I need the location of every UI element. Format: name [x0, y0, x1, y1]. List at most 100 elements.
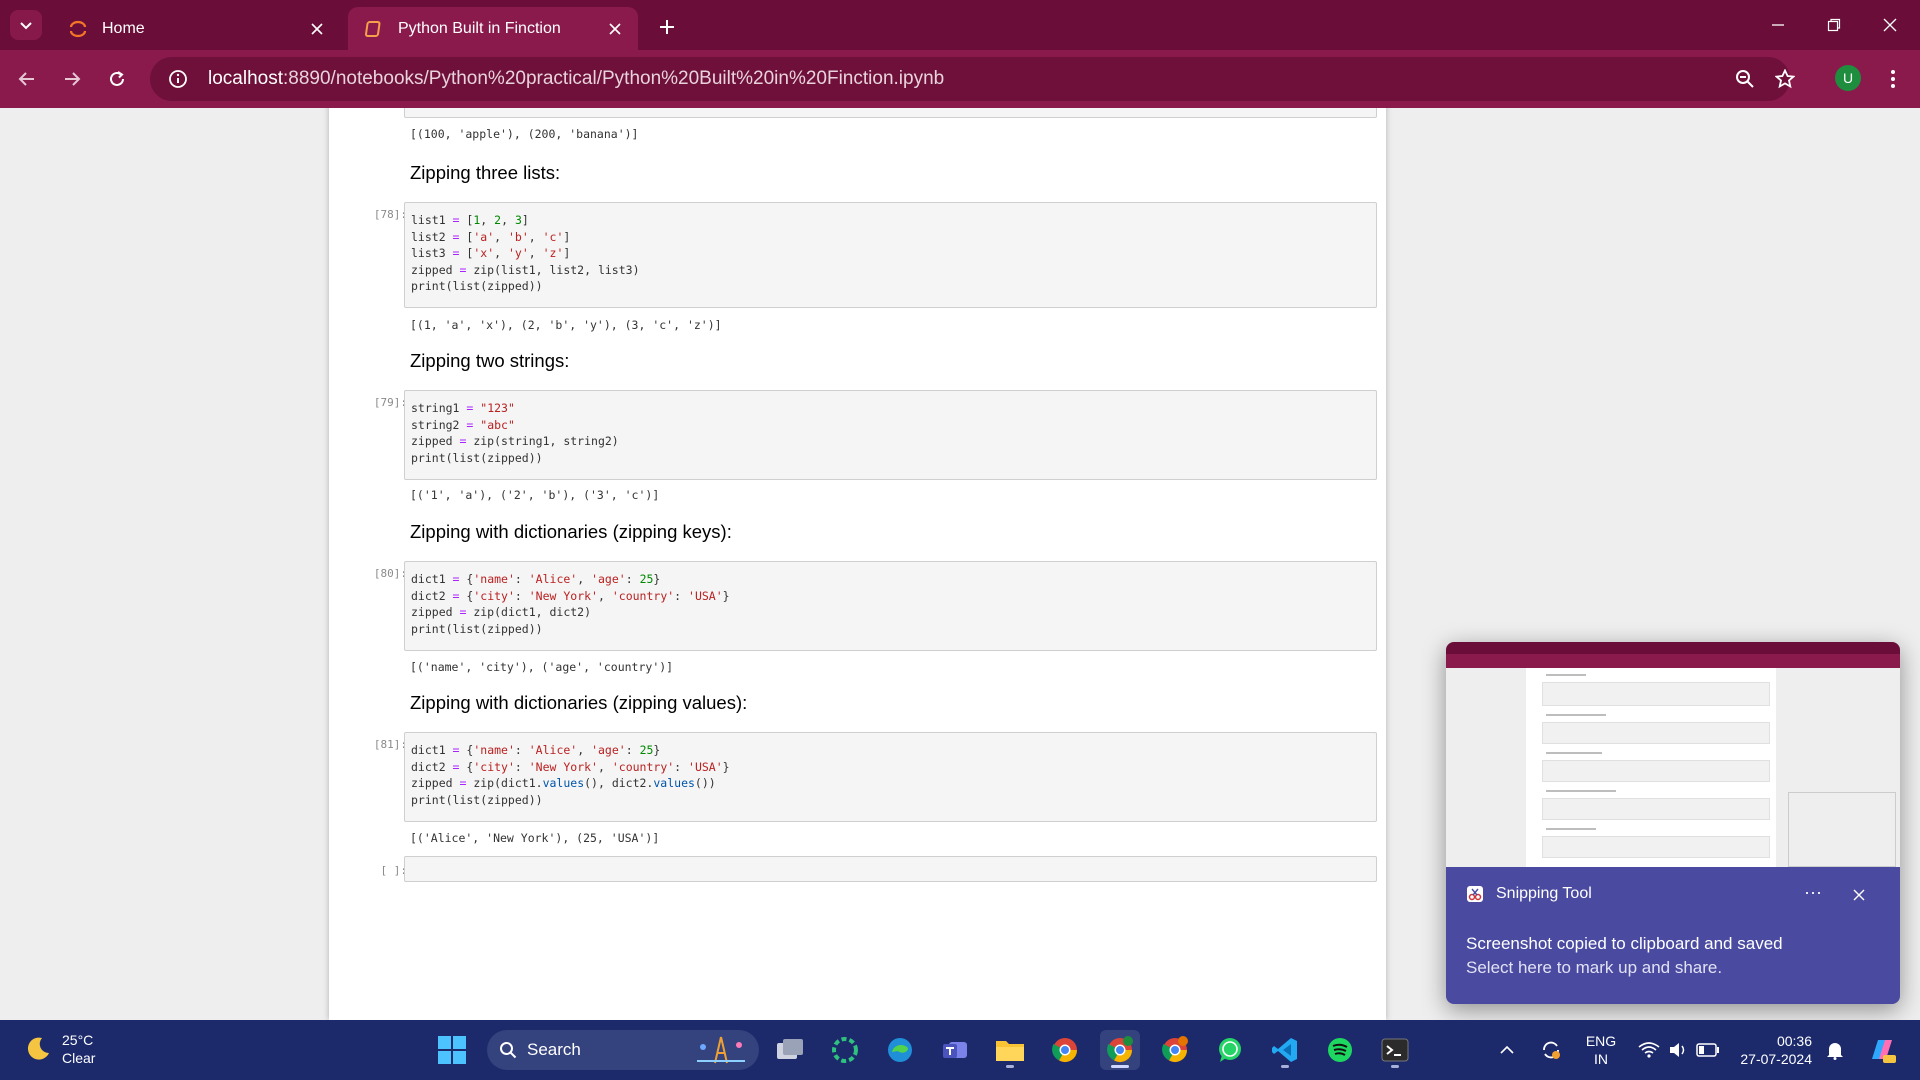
- chrome-icon: [1107, 1036, 1133, 1063]
- code-cell-input[interactable]: [404, 108, 1377, 118]
- terminal-app[interactable]: [1375, 1030, 1415, 1070]
- edge-icon: [888, 1038, 912, 1062]
- whatsapp-icon: [1219, 1038, 1241, 1062]
- thumb-tabbar: [1446, 642, 1900, 654]
- task-view-button[interactable]: [770, 1030, 810, 1070]
- active-indicator: [1111, 1065, 1129, 1068]
- close-tab-icon[interactable]: [304, 16, 330, 42]
- whatsapp-app[interactable]: [1210, 1030, 1250, 1070]
- jupyter-icon: [68, 19, 88, 39]
- arrow-left-icon: [18, 72, 34, 86]
- restore-button[interactable]: [1812, 8, 1856, 42]
- site-info-icon[interactable]: [156, 57, 200, 101]
- spotify-icon: [1328, 1038, 1352, 1062]
- close-icon: [1883, 18, 1897, 32]
- browser-toolbar: localhost:8890/notebooks/Python%20practi…: [0, 50, 1920, 108]
- taskbar-search[interactable]: Search: [487, 1030, 759, 1070]
- address-bar[interactable]: localhost:8890/notebooks/Python%20practi…: [150, 57, 1795, 101]
- plus-icon: [660, 20, 674, 34]
- close-tab-icon[interactable]: [602, 16, 628, 42]
- reload-button[interactable]: [100, 62, 134, 96]
- taskbar: 25°C Clear Search ENG IN 00:36 27-07-202…: [0, 1020, 1920, 1080]
- empty-code-cell-input[interactable]: [404, 856, 1377, 882]
- chrome-profile-app-active[interactable]: [1100, 1030, 1140, 1070]
- clock-date: 27-07-2024: [1740, 1051, 1812, 1067]
- language-indicator[interactable]: ENG IN: [1580, 1032, 1622, 1068]
- task-view-icon: [777, 1039, 803, 1059]
- notifications-button[interactable]: [1820, 1030, 1850, 1070]
- more-vert-icon: [1891, 70, 1895, 88]
- tab-strip: Home Python Built in Finction: [0, 0, 1920, 50]
- quick-settings-button[interactable]: [1632, 1030, 1726, 1070]
- toast-app-name: Snipping Tool: [1496, 885, 1592, 902]
- notebook-container: [(100, 'apple'), (200, 'banana')] Zippin…: [329, 108, 1386, 1020]
- edge-app[interactable]: [880, 1030, 920, 1070]
- weather-widget[interactable]: 25°C Clear: [24, 1031, 95, 1067]
- snipping-notification[interactable]: Snipping Tool ··· Screenshot copied to c…: [1446, 642, 1900, 1004]
- chrome-icon: [1162, 1036, 1188, 1063]
- bookmark-button[interactable]: [1768, 62, 1802, 96]
- code-cell-input[interactable]: list1 = [1, 2, 3] list2 = ['a', 'b', 'c'…: [404, 202, 1377, 308]
- toast-more-button[interactable]: ···: [1798, 882, 1828, 906]
- profile-avatar[interactable]: U: [1835, 65, 1861, 91]
- search-icon: [500, 1042, 517, 1059]
- start-button[interactable]: [432, 1030, 472, 1070]
- vscode-app[interactable]: [1265, 1030, 1305, 1070]
- running-indicator: [1006, 1065, 1014, 1068]
- clock[interactable]: 00:36 27-07-2024: [1734, 1032, 1812, 1068]
- copilot-icon: [1872, 1040, 1896, 1063]
- copilot-app[interactable]: [825, 1030, 865, 1070]
- language-top: ENG: [1585, 1033, 1617, 1049]
- cell-prompt: [81]:: [373, 738, 407, 751]
- chrome-app[interactable]: [1045, 1030, 1085, 1070]
- code-cell-input[interactable]: dict1 = {'name': 'Alice', 'age': 25} dic…: [404, 561, 1377, 651]
- search-label: Search: [527, 1040, 581, 1059]
- cell-prompt: [79]:: [373, 396, 407, 409]
- file-explorer-app[interactable]: [990, 1030, 1030, 1070]
- cell-prompt: [ ]:: [380, 864, 408, 877]
- new-tab-button[interactable]: [652, 12, 682, 42]
- minimize-button[interactable]: [1756, 8, 1800, 42]
- chrome-icon: [1052, 1038, 1077, 1063]
- close-window-button[interactable]: [1868, 8, 1912, 42]
- copilot-button[interactable]: [1862, 1030, 1902, 1070]
- running-indicator: [1391, 1065, 1399, 1068]
- code-cell-input[interactable]: dict1 = {'name': 'Alice', 'age': 25} dic…: [404, 732, 1377, 822]
- sync-icon: [1543, 1041, 1560, 1059]
- zoom-button[interactable]: [1728, 62, 1762, 96]
- sync-tray-button[interactable]: [1534, 1030, 1568, 1070]
- cell-output: [('Alice', 'New York'), (25, 'USA')]: [410, 831, 660, 845]
- code-text: dict1 = {'name': 'Alice', 'age': 25} dic…: [411, 572, 730, 636]
- show-hidden-icons-button[interactable]: [1492, 1030, 1522, 1070]
- arrow-right-icon: [65, 72, 81, 86]
- tab-title: Home: [102, 19, 145, 37]
- code-cell-input[interactable]: string1 = "123" string2 = "abc" zipped =…: [404, 390, 1377, 480]
- teams-icon: [943, 1042, 967, 1058]
- restore-icon: [1827, 18, 1841, 32]
- cell-output: [(100, 'apple'), (200, 'banana')]: [410, 127, 639, 141]
- thumb-page: [1526, 668, 1776, 867]
- tab-search-button[interactable]: [10, 10, 42, 40]
- thumb-mini: [1788, 792, 1896, 867]
- browser-menu-button[interactable]: [1876, 62, 1910, 96]
- battery-icon: [1696, 1043, 1719, 1057]
- markdown-heading: Zipping with dictionaries (zipping value…: [410, 692, 748, 713]
- toast-close-button[interactable]: [1846, 882, 1872, 908]
- teams-app[interactable]: [935, 1030, 975, 1070]
- back-button[interactable]: [10, 62, 44, 96]
- screenshot-thumbnail[interactable]: [1446, 642, 1900, 867]
- windows-icon: [438, 1036, 466, 1064]
- cell-prompt: [78]:: [373, 208, 407, 221]
- chrome-profile-app[interactable]: [1155, 1030, 1195, 1070]
- volume-icon: [1670, 1043, 1685, 1057]
- thumb-toolbar: [1446, 654, 1900, 668]
- folder-icon: [996, 1041, 1024, 1061]
- spotify-app[interactable]: [1320, 1030, 1360, 1070]
- tab-notebook[interactable]: Python Built in Finction: [348, 7, 638, 50]
- url-path: :8890/notebooks/Python%20practical/Pytho…: [283, 68, 945, 89]
- forward-button[interactable]: [55, 62, 89, 96]
- tab-home[interactable]: Home: [52, 7, 340, 50]
- close-icon: [1853, 889, 1865, 901]
- code-text: list1 = [1, 2, 3] list2 = ['a', 'b', 'c'…: [411, 213, 640, 293]
- markdown-heading: Zipping two strings:: [410, 350, 570, 371]
